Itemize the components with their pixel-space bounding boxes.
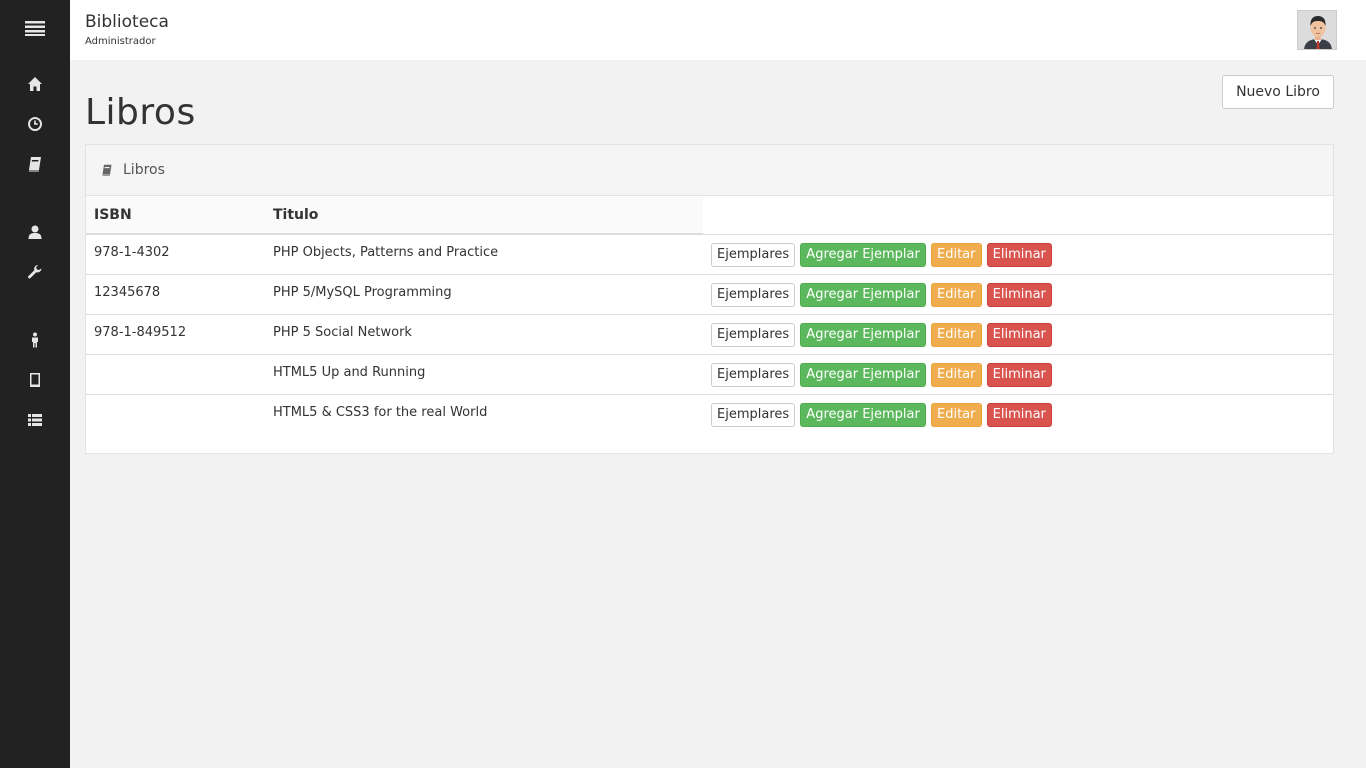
delete-button[interactable]: Eliminar [986,362,1052,387]
column-header-actions [703,196,1333,235]
wrench-icon [28,265,42,279]
sidebar-item-list[interactable] [0,405,70,435]
cell-isbn: 12345678 [86,273,265,314]
sidebar-item-home[interactable] [0,69,70,99]
column-header-title[interactable]: Titulo [265,196,703,235]
edit-button[interactable]: Editar [931,362,982,387]
cell-title: PHP Objects, Patterns and Practice [273,245,499,260]
panel-heading: Libros [86,145,1333,196]
cell-title: HTML5 & CSS3 for the real World [265,393,703,434]
sidebar-item-readers[interactable] [0,325,70,355]
cell-actions: Ejemplares Agregar Ejemplar Editar Elimi… [703,273,1333,314]
top-bar: Biblioteca Administrador [70,0,1366,60]
delete-button[interactable]: Eliminar [986,242,1052,267]
delete-button[interactable]: Eliminar [986,402,1052,427]
user-icon [28,225,42,239]
book-icon [102,164,112,176]
copies-button[interactable]: Ejemplares [711,282,796,307]
page-title: Libros [85,92,196,133]
edit-button[interactable]: Editar [931,322,982,347]
list-icon [28,414,42,426]
home-icon [28,77,42,91]
delete-button[interactable]: Eliminar [986,282,1052,307]
app-title: Biblioteca [85,12,169,32]
cell-actions: Ejemplares Agregar Ejemplar Editar Elimi… [703,234,1333,274]
cell-actions: Ejemplares Agregar Ejemplar Editar Elimi… [703,353,1333,394]
avatar-icon [1298,11,1336,49]
column-header-isbn[interactable]: ISBN [86,196,265,235]
cell-isbn: 978-1-4302 [94,245,170,260]
panel-heading-label: Libros [123,162,165,178]
books-table: ISBN Titulo 978-1-4302 PHP Objects, Patte… [86,196,1333,434]
sidebar-item-users[interactable] [0,217,70,247]
table-row: HTML5 Up and Running Ejemplares Agregar E… [86,353,1333,394]
avatar[interactable] [1297,10,1337,50]
menu-icon [25,21,45,36]
cell-actions: Ejemplares Agregar Ejemplar Editar Elimi… [703,313,1333,354]
table-header-row: ISBN Titulo [86,196,1333,235]
user-role: Administrador [85,36,156,47]
edit-button[interactable]: Editar [931,402,982,427]
sidebar-item-settings[interactable] [0,257,70,287]
clock-icon [28,117,43,131]
tablet-icon [30,373,40,387]
table-row: 12345678 PHP 5/MySQL Programming Ejemplare… [86,273,1333,314]
sidebar-item-loans[interactable] [0,365,70,395]
cell-actions: Ejemplares Agregar Ejemplar Editar Elimi… [703,393,1333,434]
menu-toggle-button[interactable] [0,13,70,43]
sidebar-item-history[interactable] [0,109,70,139]
new-book-button[interactable]: Nuevo Libro [1222,75,1334,109]
delete-button[interactable]: Eliminar [986,322,1052,347]
add-copy-button[interactable]: Agregar Ejemplar [800,402,926,427]
cell-title: HTML5 Up and Running [265,353,703,394]
cell-isbn: 978-1-849512 [86,313,265,354]
edit-button[interactable]: Editar [931,242,982,267]
add-copy-button[interactable]: Agregar Ejemplar [800,322,926,347]
add-copy-button[interactable]: Agregar Ejemplar [800,242,926,267]
copies-button[interactable]: Ejemplares [711,322,796,347]
edit-button[interactable]: Editar [931,282,982,307]
copies-button[interactable]: Ejemplares [711,242,796,267]
books-panel: Libros ISBN Titulo 978-1-4302 PHP Objects… [85,144,1334,454]
table-row: HTML5 & CSS3 for the real World Ejemplare… [86,393,1333,434]
add-copy-button[interactable]: Agregar Ejemplar [800,282,926,307]
person-icon [32,332,38,348]
cell-title: PHP 5/MySQL Programming [265,273,703,314]
sidebar-item-books[interactable] [0,149,70,179]
book-icon [28,157,41,172]
add-copy-button[interactable]: Agregar Ejemplar [800,362,926,387]
cell-isbn [86,353,265,394]
copies-button[interactable]: Ejemplares [711,402,796,427]
table-row: 978-1-4302 PHP Objects, Patterns and Prac… [86,234,1333,274]
sidebar [0,0,70,768]
copies-button[interactable]: Ejemplares [711,362,796,387]
cell-isbn [86,393,265,434]
table-row: 978-1-849512 PHP 5 Social Network Ejemplar… [86,313,1333,354]
cell-title: PHP 5 Social Network [265,313,703,354]
